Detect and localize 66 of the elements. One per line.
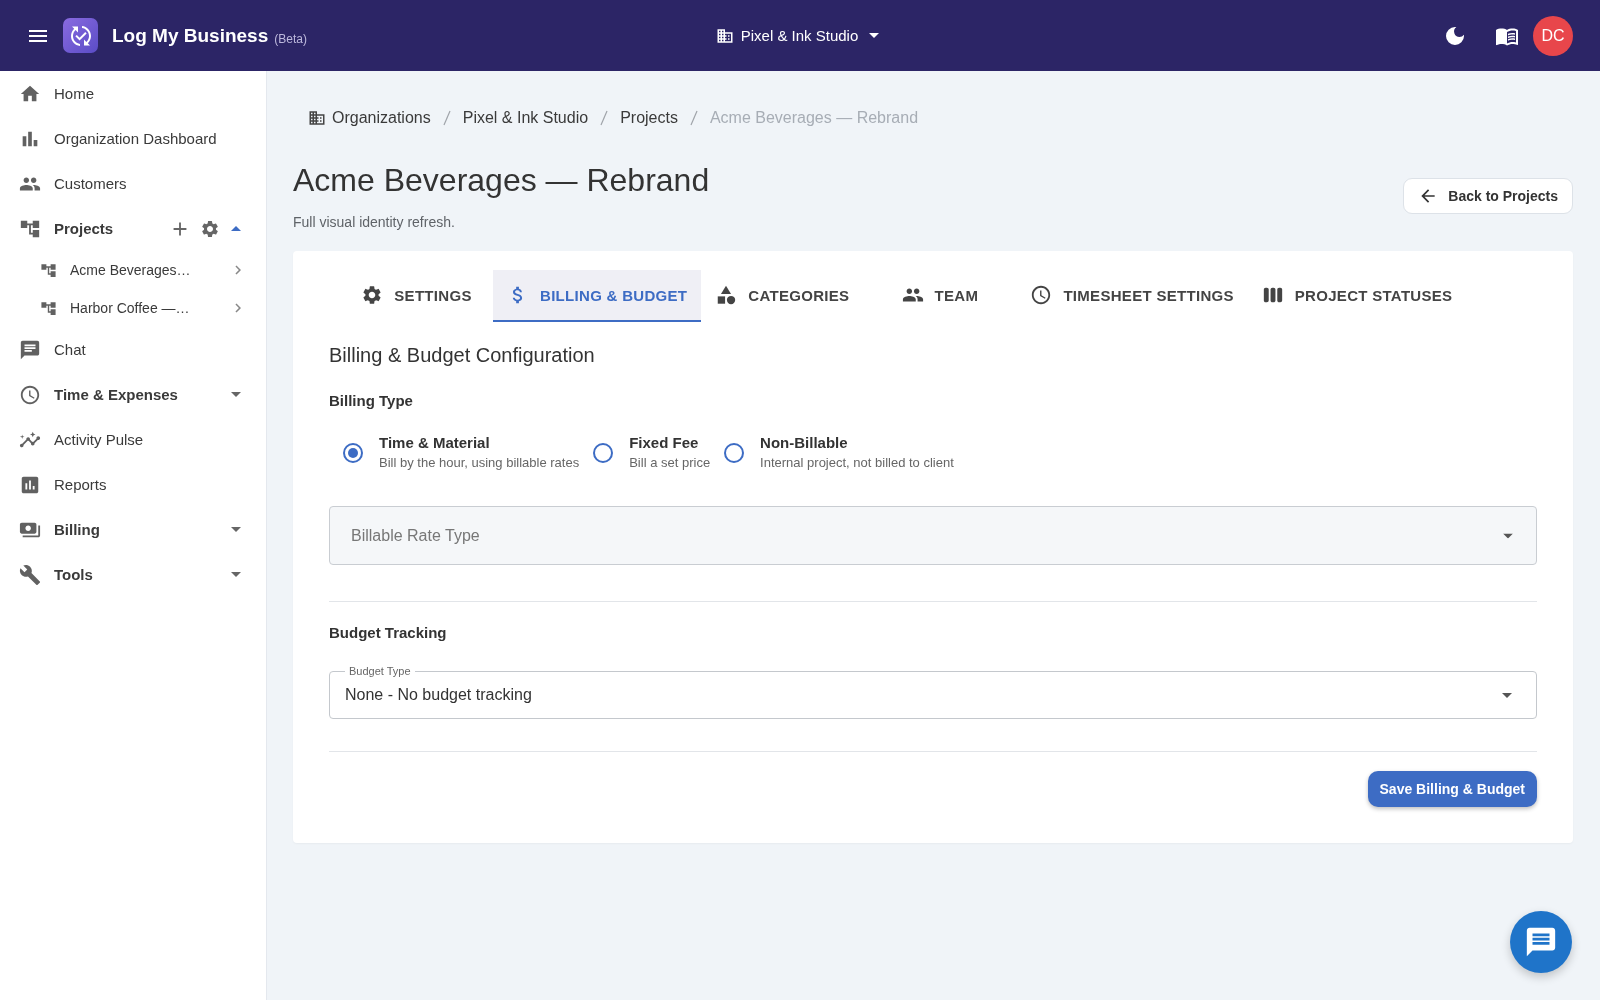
tab[interactable]: TEAM bbox=[863, 270, 1017, 322]
slash-icon bbox=[600, 110, 609, 126]
tab[interactable]: SETTINGS bbox=[340, 270, 493, 322]
sidebar-item[interactable]: Harbor Coffee —… bbox=[40, 289, 229, 327]
caret-down-icon bbox=[869, 33, 880, 38]
beta-label: (Beta) bbox=[274, 31, 307, 46]
breadcrumb-link[interactable]: Pixel & Ink Studio bbox=[462, 109, 589, 127]
tab[interactable]: CATEGORIES bbox=[701, 270, 864, 322]
breadcrumb-link[interactable]: Organizations bbox=[308, 109, 431, 127]
hierarchy-icon bbox=[40, 261, 57, 279]
caret-down-icon bbox=[1503, 533, 1513, 538]
option-description: Bill by the hour, using billable rates bbox=[379, 454, 580, 472]
sidebar-item[interactable]: Billing bbox=[19, 507, 231, 552]
option-title: Fixed Fee bbox=[629, 433, 700, 453]
slash-icon bbox=[442, 110, 451, 126]
caret-down-icon[interactable] bbox=[231, 392, 241, 397]
caret-down-icon[interactable] bbox=[231, 527, 241, 532]
hierarchy-icon bbox=[40, 299, 57, 317]
caret-down-icon[interactable] bbox=[231, 572, 241, 577]
organization-selector[interactable]: Pixel & Ink Studio bbox=[709, 22, 890, 49]
breadcrumb-current: Acme Beverages — Rebrand bbox=[709, 109, 919, 127]
building-icon bbox=[715, 26, 734, 45]
wrench-icon bbox=[19, 563, 41, 586]
section-heading: Billing & Budget Configuration bbox=[329, 343, 596, 368]
chat-icon bbox=[19, 338, 41, 361]
sidebar-item[interactable]: Customers bbox=[19, 161, 241, 206]
slash-icon bbox=[689, 110, 698, 126]
option-description: Internal project, not billed to client bbox=[760, 454, 954, 472]
tab[interactable]: BILLING & BUDGET bbox=[493, 270, 702, 322]
page-title: Acme Beverages — Rebrand bbox=[293, 161, 710, 200]
field-label: Budget Type bbox=[345, 664, 415, 678]
sidebar-item[interactable]: Time & Expenses bbox=[19, 372, 231, 417]
logo-icon bbox=[63, 18, 98, 53]
sidebar-item[interactable]: Tools bbox=[19, 552, 231, 597]
save-button[interactable]: Save Billing & Budget bbox=[1367, 771, 1537, 807]
radio[interactable] bbox=[593, 442, 614, 463]
sidebar-item[interactable]: Reports bbox=[19, 462, 241, 507]
field-group-label: Billing Type bbox=[329, 391, 414, 411]
gear-icon[interactable] bbox=[200, 218, 220, 239]
sidebar-item[interactable]: Chat bbox=[19, 327, 241, 372]
tab[interactable]: TIMESHEET SETTINGS bbox=[1016, 270, 1248, 322]
caret-up-icon[interactable] bbox=[231, 226, 241, 231]
radio[interactable] bbox=[724, 442, 745, 463]
shapes-icon bbox=[715, 284, 738, 306]
clock-icon bbox=[19, 383, 41, 406]
back-button[interactable]: Back to Projects bbox=[1403, 178, 1573, 214]
page-subtitle: Full visual identity refresh. bbox=[293, 213, 456, 232]
rate-type-select[interactable]: Billable Rate Type bbox=[329, 506, 1537, 565]
option-description: Bill a set price bbox=[629, 454, 711, 472]
sidebar-item[interactable]: Acme Beverages… bbox=[40, 251, 229, 289]
caret-down-icon bbox=[1502, 692, 1512, 698]
option-title: Non-Billable bbox=[760, 433, 849, 453]
sidebar-item[interactable]: Organization Dashboard bbox=[19, 116, 241, 161]
option-title: Time & Material bbox=[379, 433, 491, 453]
avatar[interactable]: DC bbox=[1533, 15, 1573, 56]
gear-icon bbox=[361, 284, 384, 306]
building-icon bbox=[308, 109, 326, 127]
radio[interactable] bbox=[343, 442, 363, 463]
tab[interactable]: PROJECT STATUSES bbox=[1247, 270, 1467, 322]
sidebar-item[interactable]: Projects bbox=[19, 206, 169, 251]
sidebar-item[interactable]: Activity Pulse bbox=[19, 417, 241, 462]
app-title: Log My Business bbox=[112, 24, 269, 47]
sidebar-item[interactable]: Home bbox=[19, 71, 241, 116]
breadcrumb-link[interactable]: Projects bbox=[620, 109, 678, 127]
clock-icon bbox=[1030, 284, 1053, 306]
field-group-label: Budget Tracking bbox=[329, 623, 448, 643]
